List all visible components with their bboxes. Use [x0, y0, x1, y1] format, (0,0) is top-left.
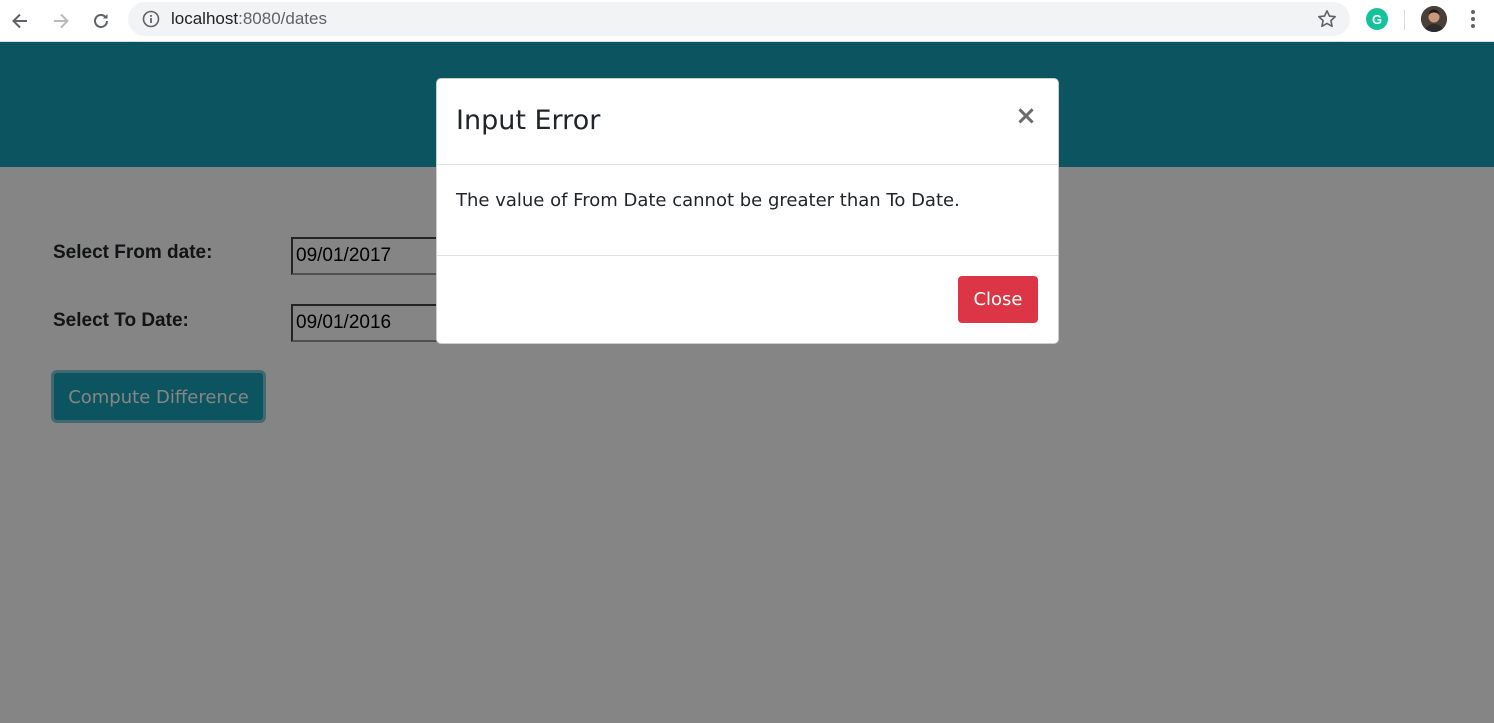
error-modal: Input Error × The value of From Date can… [436, 78, 1059, 344]
toolbar-divider [1404, 10, 1405, 30]
url-path: :8080/dates [238, 9, 327, 28]
browser-toolbar: localhost:8080/dates G [0, 0, 1494, 42]
forward-arrow-icon[interactable] [46, 6, 76, 36]
modal-title: Input Error [456, 105, 601, 136]
star-icon[interactable] [1316, 8, 1338, 30]
reload-icon[interactable] [86, 6, 116, 36]
modal-header: Input Error × [437, 79, 1058, 165]
grammarly-icon[interactable]: G [1366, 8, 1388, 30]
close-button[interactable]: Close [958, 276, 1038, 323]
grammarly-letter: G [1371, 11, 1383, 27]
url-host: localhost [171, 9, 239, 28]
address-bar[interactable]: localhost:8080/dates [128, 2, 1350, 36]
back-arrow-icon[interactable] [5, 6, 35, 36]
url-text: localhost:8080/dates [171, 9, 327, 29]
avatar[interactable] [1421, 6, 1447, 32]
menu-icon[interactable] [1462, 6, 1484, 32]
modal-footer: Close [437, 256, 1058, 343]
info-icon[interactable] [141, 9, 161, 29]
modal-message: The value of From Date cannot be greater… [456, 190, 960, 211]
modal-body: The value of From Date cannot be greater… [437, 165, 1058, 256]
close-icon[interactable]: × [1014, 103, 1038, 129]
